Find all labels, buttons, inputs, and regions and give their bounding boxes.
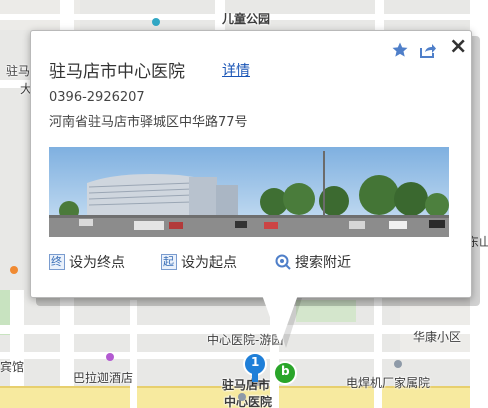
- label-bashang-hotel[interactable]: 巴拉迦酒店: [73, 369, 133, 386]
- place-title: 驻马店市中心医院: [49, 62, 185, 82]
- label-huakang[interactable]: 华康小区: [413, 328, 461, 345]
- street-view-photo[interactable]: [49, 147, 449, 237]
- star-icon[interactable]: [391, 41, 409, 63]
- label-hospital-name-2[interactable]: 中心医院: [224, 393, 272, 408]
- poi-dot-icon[interactable]: [152, 18, 160, 26]
- popup-tail: [262, 295, 298, 345]
- close-icon[interactable]: ×: [449, 34, 467, 59]
- search-nearby-button[interactable]: 搜索附近: [275, 252, 351, 272]
- label-guan: 宾馆: [0, 360, 25, 374]
- info-popup: 驻马店市中心医院 详情 × 0396-2926207 河南省驻马店市驿城区中华路…: [30, 30, 472, 298]
- address-text: 河南省驻马店市驿城区中华路77号: [49, 115, 248, 130]
- destination-icon-char: 终: [51, 255, 62, 268]
- marker-1-label: 1: [251, 355, 260, 369]
- search-icon: [275, 254, 291, 270]
- search-nearby-label: 搜索附近: [295, 255, 351, 271]
- set-origin-button[interactable]: 起 设为起点: [161, 252, 237, 272]
- set-destination-label: 设为终点: [69, 255, 125, 271]
- phone-number: 0396-2926207: [49, 90, 145, 105]
- street-view-image: [49, 147, 449, 237]
- set-destination-button[interactable]: 终 设为终点: [49, 252, 125, 272]
- poi-dot-icon[interactable]: [394, 360, 402, 368]
- share-icon[interactable]: [419, 41, 437, 63]
- origin-icon-char: 起: [163, 255, 174, 268]
- marker-b-label: b: [281, 364, 290, 378]
- label-welding-factory[interactable]: 电焊机厂家属院: [346, 374, 430, 391]
- label-zhuma-left-1: 驻马: [6, 64, 31, 78]
- poi-dot-icon[interactable]: [106, 353, 114, 361]
- poi-dot-icon[interactable]: [238, 393, 246, 401]
- poi-dot-icon[interactable]: [10, 266, 18, 274]
- set-origin-label: 设为起点: [181, 255, 237, 271]
- label-children-park[interactable]: 儿童公园: [222, 10, 270, 27]
- detail-link[interactable]: 详情: [222, 60, 250, 80]
